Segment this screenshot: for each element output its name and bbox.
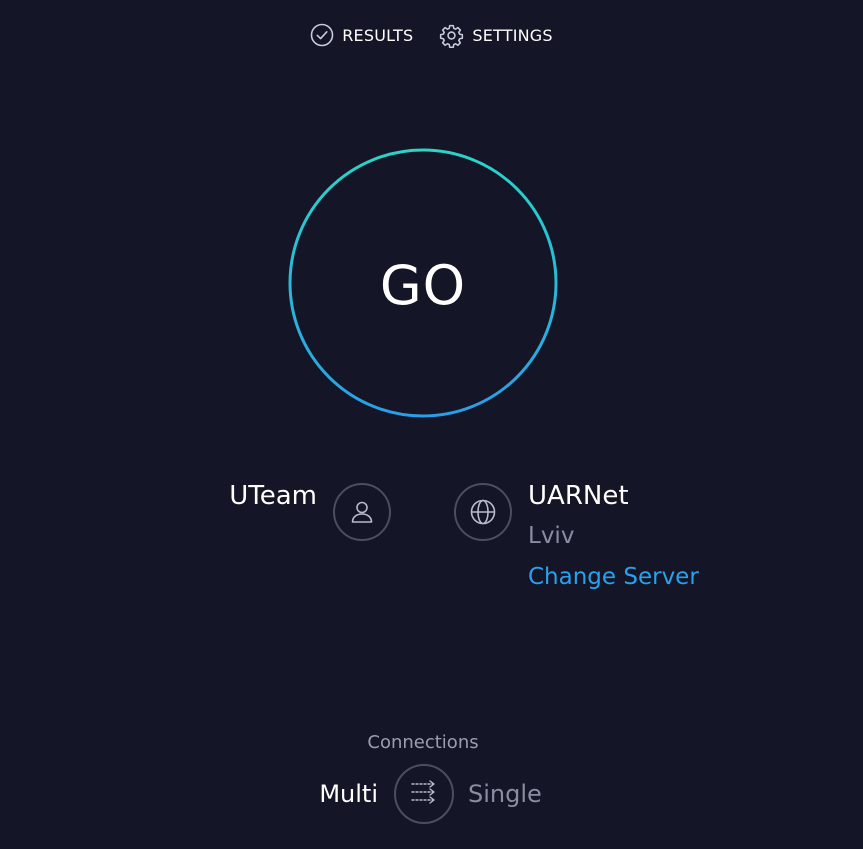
globe-icon	[454, 483, 512, 541]
settings-link[interactable]: SETTINGS	[439, 23, 553, 48]
connections-title: Connections	[367, 732, 479, 753]
settings-label: SETTINGS	[472, 25, 553, 45]
gear-icon	[439, 23, 464, 48]
connections-multi-option[interactable]: Multi	[319, 780, 378, 808]
results-link[interactable]: RESULTS	[310, 23, 413, 47]
check-circle-icon	[310, 23, 334, 47]
user-icon	[333, 483, 391, 541]
go-button[interactable]: GO	[288, 148, 558, 418]
go-label: GO	[379, 253, 467, 317]
connections-single-option[interactable]: Single	[468, 780, 542, 808]
connections-toggle-button[interactable]	[394, 764, 454, 824]
speedtest-page: RESULTS SETTINGS GO UTeam UARNet Lviv Ch…	[0, 0, 863, 849]
server-name: UARNet	[528, 481, 629, 511]
top-nav: RESULTS SETTINGS	[0, 22, 863, 48]
multi-arrows-icon	[409, 779, 439, 809]
host-name: UTeam	[229, 481, 317, 511]
server-city: Lviv	[528, 523, 575, 549]
change-server-link[interactable]: Change Server	[528, 564, 699, 590]
results-label: RESULTS	[342, 25, 414, 45]
